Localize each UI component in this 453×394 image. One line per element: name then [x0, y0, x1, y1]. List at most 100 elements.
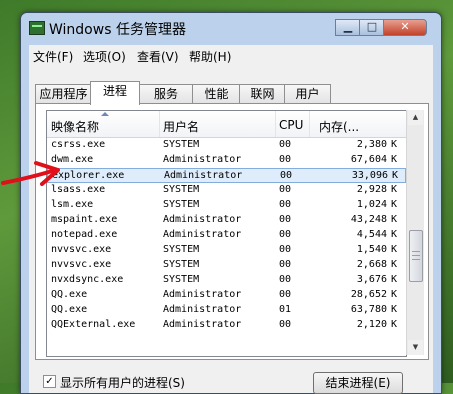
maximize-button[interactable]: □: [359, 19, 385, 36]
process-user: Administrator: [164, 170, 243, 181]
process-cpu: 00: [279, 184, 292, 195]
process-memory: 1,540: [356, 244, 387, 255]
process-name: nvvsvc.exe: [51, 259, 112, 270]
process-memory: 2,380: [356, 139, 387, 150]
scroll-down-icon[interactable]: ▼: [408, 340, 423, 355]
table-row[interactable]: QQ.exe Administrator 01 63,780 K: [47, 303, 406, 318]
process-cpu: 00: [279, 229, 292, 240]
tab-performance[interactable]: 性能: [192, 84, 241, 104]
process-memory-unit: K: [391, 139, 398, 150]
process-memory: 2,668: [356, 259, 387, 270]
column-divider[interactable]: [309, 111, 310, 137]
process-user: Administrator: [163, 229, 242, 240]
vertical-scrollbar[interactable]: ▲ ▼: [406, 110, 424, 355]
process-memory-unit: K: [391, 319, 398, 330]
process-user: Administrator: [163, 154, 242, 165]
process-name: nvvsvc.exe: [51, 244, 112, 255]
process-user: SYSTEM: [163, 199, 200, 210]
client-area: 应用程序 进程 服务 性能 联网 用户 映像名称 用户名 CPU 内存(... …: [29, 64, 433, 394]
tab-users[interactable]: 用户: [284, 84, 331, 104]
table-row[interactable]: csrss.exe SYSTEM 00 2,380 K: [47, 138, 406, 153]
process-cpu: 00: [279, 244, 292, 255]
process-name: dwm.exe: [51, 154, 94, 165]
process-list[interactable]: 映像名称 用户名 CPU 内存(... csrss.exe SYSTEM 00 2,3…: [46, 110, 407, 357]
processes-panel: 映像名称 用户名 CPU 内存(... csrss.exe SYSTEM 00 2,3…: [35, 103, 429, 360]
table-row[interactable]: lsm.exe SYSTEM 00 1,024 K: [47, 198, 406, 213]
process-cpu: 00: [280, 170, 293, 181]
end-process-button[interactable]: 结束进程(E): [313, 372, 403, 394]
process-name: lsm.exe: [51, 199, 94, 210]
tab-processes[interactable]: 进程: [90, 81, 140, 105]
process-user: Administrator: [163, 304, 242, 315]
process-memory: 4,544: [356, 229, 387, 240]
process-cpu: 00: [279, 154, 292, 165]
process-memory-unit: K: [391, 244, 398, 255]
process-name: QQExternal.exe: [51, 319, 136, 330]
process-cpu: 00: [279, 274, 292, 285]
process-name: mspaint.exe: [51, 214, 118, 225]
title-bar[interactable]: Windows 任务管理器 ▁ □ ✕: [21, 13, 441, 41]
task-manager-window: Windows 任务管理器 ▁ □ ✕ 文件(F) 选项(O) 查看(V) 帮助…: [20, 12, 442, 394]
task-manager-icon: [29, 21, 45, 35]
table-row[interactable]: QQ.exe Administrator 00 28,652 K: [47, 288, 406, 303]
process-memory-unit: K: [391, 274, 398, 285]
process-cpu: 00: [279, 259, 292, 270]
process-user: SYSTEM: [163, 259, 200, 270]
table-row[interactable]: nvvsvc.exe SYSTEM 00 2,668 K: [47, 258, 406, 273]
scroll-thumb[interactable]: [409, 230, 423, 282]
scroll-up-icon[interactable]: ▲: [408, 110, 423, 125]
process-memory: 2,928: [356, 184, 387, 195]
close-button[interactable]: ✕: [383, 19, 427, 36]
grip-line: [412, 251, 420, 252]
table-row[interactable]: explorer.exe Administrator 00 33,096 K: [47, 168, 406, 183]
column-divider[interactable]: [275, 111, 276, 137]
table-row[interactable]: QQExternal.exe Administrator 00 2,120 K: [47, 318, 406, 333]
column-cpu[interactable]: CPU: [279, 118, 303, 132]
menu-file[interactable]: 文件(F): [33, 48, 73, 65]
tab-applications[interactable]: 应用程序: [35, 84, 92, 104]
process-name: csrss.exe: [51, 139, 106, 150]
menu-view[interactable]: 查看(V): [137, 48, 179, 65]
minimize-button[interactable]: ▁: [335, 19, 361, 36]
process-memory: 33,096: [351, 170, 388, 181]
process-user: SYSTEM: [163, 274, 200, 285]
process-memory: 63,780: [350, 304, 387, 315]
process-memory: 67,604: [350, 154, 387, 165]
column-image-name[interactable]: 映像名称: [51, 118, 99, 135]
grip-line: [412, 255, 420, 256]
table-row[interactable]: notepad.exe Administrator 00 4,544 K: [47, 228, 406, 243]
tab-networking[interactable]: 联网: [239, 84, 286, 104]
process-memory-unit: K: [391, 154, 398, 165]
process-memory-unit: K: [392, 170, 399, 181]
menu-options[interactable]: 选项(O): [83, 48, 126, 65]
process-memory-unit: K: [391, 199, 398, 210]
window-title: Windows 任务管理器: [49, 22, 186, 38]
process-name: QQ.exe: [51, 304, 88, 315]
column-user-name[interactable]: 用户名: [163, 118, 199, 135]
tab-services[interactable]: 服务: [138, 84, 194, 104]
sort-ascending-icon: [101, 112, 109, 116]
process-memory: 43,248: [350, 214, 387, 225]
process-cpu: 00: [279, 289, 292, 300]
process-memory-unit: K: [391, 289, 398, 300]
table-row[interactable]: nvvsvc.exe SYSTEM 00 1,540 K: [47, 243, 406, 258]
column-memory[interactable]: 内存(...: [319, 118, 359, 135]
grip-line: [412, 259, 420, 260]
process-name: notepad.exe: [51, 229, 118, 240]
process-memory: 2,120: [356, 319, 387, 330]
process-memory-unit: K: [391, 304, 398, 315]
process-name: QQ.exe: [51, 289, 88, 300]
table-row[interactable]: dwm.exe Administrator 00 67,604 K: [47, 153, 406, 168]
show-all-users-checkbox[interactable]: ✓: [43, 375, 56, 388]
table-row[interactable]: lsass.exe SYSTEM 00 2,928 K: [47, 183, 406, 198]
process-memory-unit: K: [391, 229, 398, 240]
column-divider[interactable]: [159, 111, 160, 137]
process-user: Administrator: [163, 289, 242, 300]
list-header: 映像名称 用户名 CPU 内存(...: [47, 111, 406, 138]
process-cpu: 00: [279, 214, 292, 225]
process-memory: 3,676: [356, 274, 387, 285]
table-row[interactable]: nvxdsync.exe SYSTEM 00 3,676 K: [47, 273, 406, 288]
process-name: nvxdsync.exe: [51, 274, 124, 285]
menu-help[interactable]: 帮助(H): [189, 48, 231, 65]
table-row[interactable]: mspaint.exe Administrator 00 43,248 K: [47, 213, 406, 228]
